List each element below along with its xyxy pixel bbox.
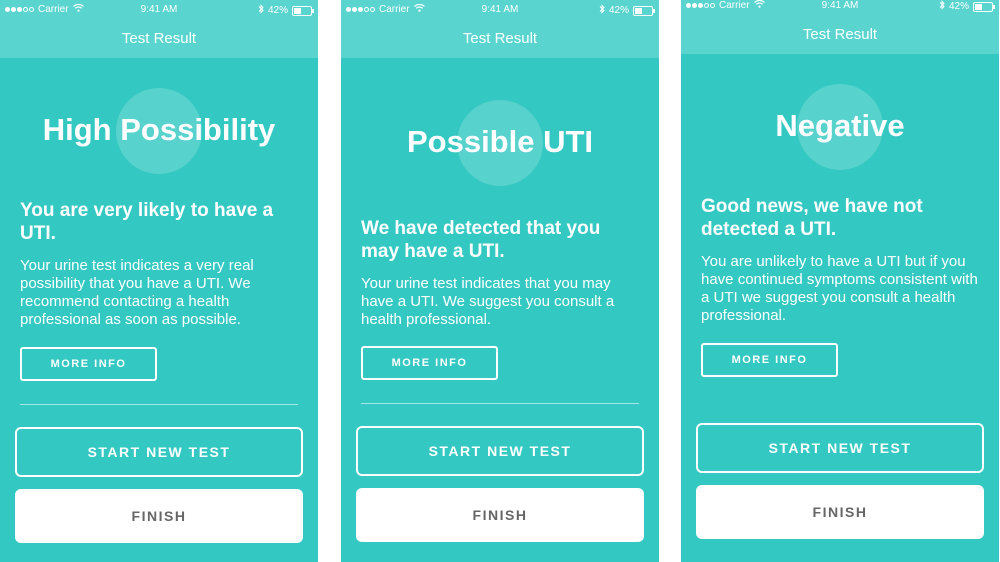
result-headline: Good news, we have not detected a UTI. xyxy=(701,196,923,240)
battery-percent: 42% xyxy=(948,1,969,12)
result-title: Negative xyxy=(775,108,905,143)
result-hero: High Possibility xyxy=(0,88,318,178)
status-bar: Carrier 9:41 AM 42% xyxy=(681,0,999,16)
status-right-group: 42% xyxy=(599,4,655,17)
start-new-test-button[interactable]: START NEW TEST xyxy=(696,423,984,473)
bluetooth-icon xyxy=(258,4,264,17)
battery-icon xyxy=(973,1,995,12)
finish-button[interactable]: FINISH xyxy=(356,488,644,542)
battery-icon xyxy=(292,5,314,16)
nav-title: Test Result xyxy=(341,20,659,58)
result-headline: You are very likely to have a UTI. xyxy=(20,200,274,244)
more-info-button[interactable]: MORE INFO xyxy=(20,347,157,381)
result-title: Possible UTI xyxy=(406,124,594,159)
battery-percent: 42% xyxy=(267,5,288,16)
divider xyxy=(20,404,298,405)
start-new-test-button[interactable]: START NEW TEST xyxy=(356,426,644,476)
result-title: High Possibility xyxy=(42,112,276,147)
result-headline: We have detected that you may have a UTI… xyxy=(361,218,601,262)
finish-button[interactable]: FINISH xyxy=(696,485,984,539)
status-right-group: 42% xyxy=(258,4,314,17)
result-hero: Negative xyxy=(681,84,999,174)
status-bar: Carrier 9:41 AM 42% xyxy=(341,0,659,20)
battery-icon xyxy=(633,5,655,16)
status-bar: Carrier 9:41 AM 42% xyxy=(0,0,318,20)
bluetooth-icon xyxy=(939,0,945,13)
result-description: Your urine test indicates a very real po… xyxy=(20,257,254,328)
nav-title: Test Result xyxy=(0,20,318,58)
result-description: You are unlikely to have a UTI but if yo… xyxy=(701,253,978,324)
result-description: Your urine test indicates that you may h… xyxy=(361,275,615,328)
status-right-group: 42% xyxy=(939,0,995,13)
battery-percent: 42% xyxy=(608,5,629,16)
nav-title: Test Result xyxy=(681,16,999,54)
result-screen-high-possibility: Carrier 9:41 AM 42% Test Result High Pos… xyxy=(0,0,318,562)
finish-button[interactable]: FINISH xyxy=(15,489,303,543)
result-screen-possible-uti: Carrier 9:41 AM 42% Test Result Possible… xyxy=(341,0,659,562)
more-info-button[interactable]: MORE INFO xyxy=(361,346,498,380)
result-screen-negative: Carrier 9:41 AM 42% Test Result Negative… xyxy=(681,0,999,562)
bluetooth-icon xyxy=(599,4,605,17)
more-info-button[interactable]: MORE INFO xyxy=(701,343,838,377)
divider xyxy=(361,403,639,404)
start-new-test-button[interactable]: START NEW TEST xyxy=(15,427,303,477)
result-hero: Possible UTI xyxy=(341,100,659,190)
